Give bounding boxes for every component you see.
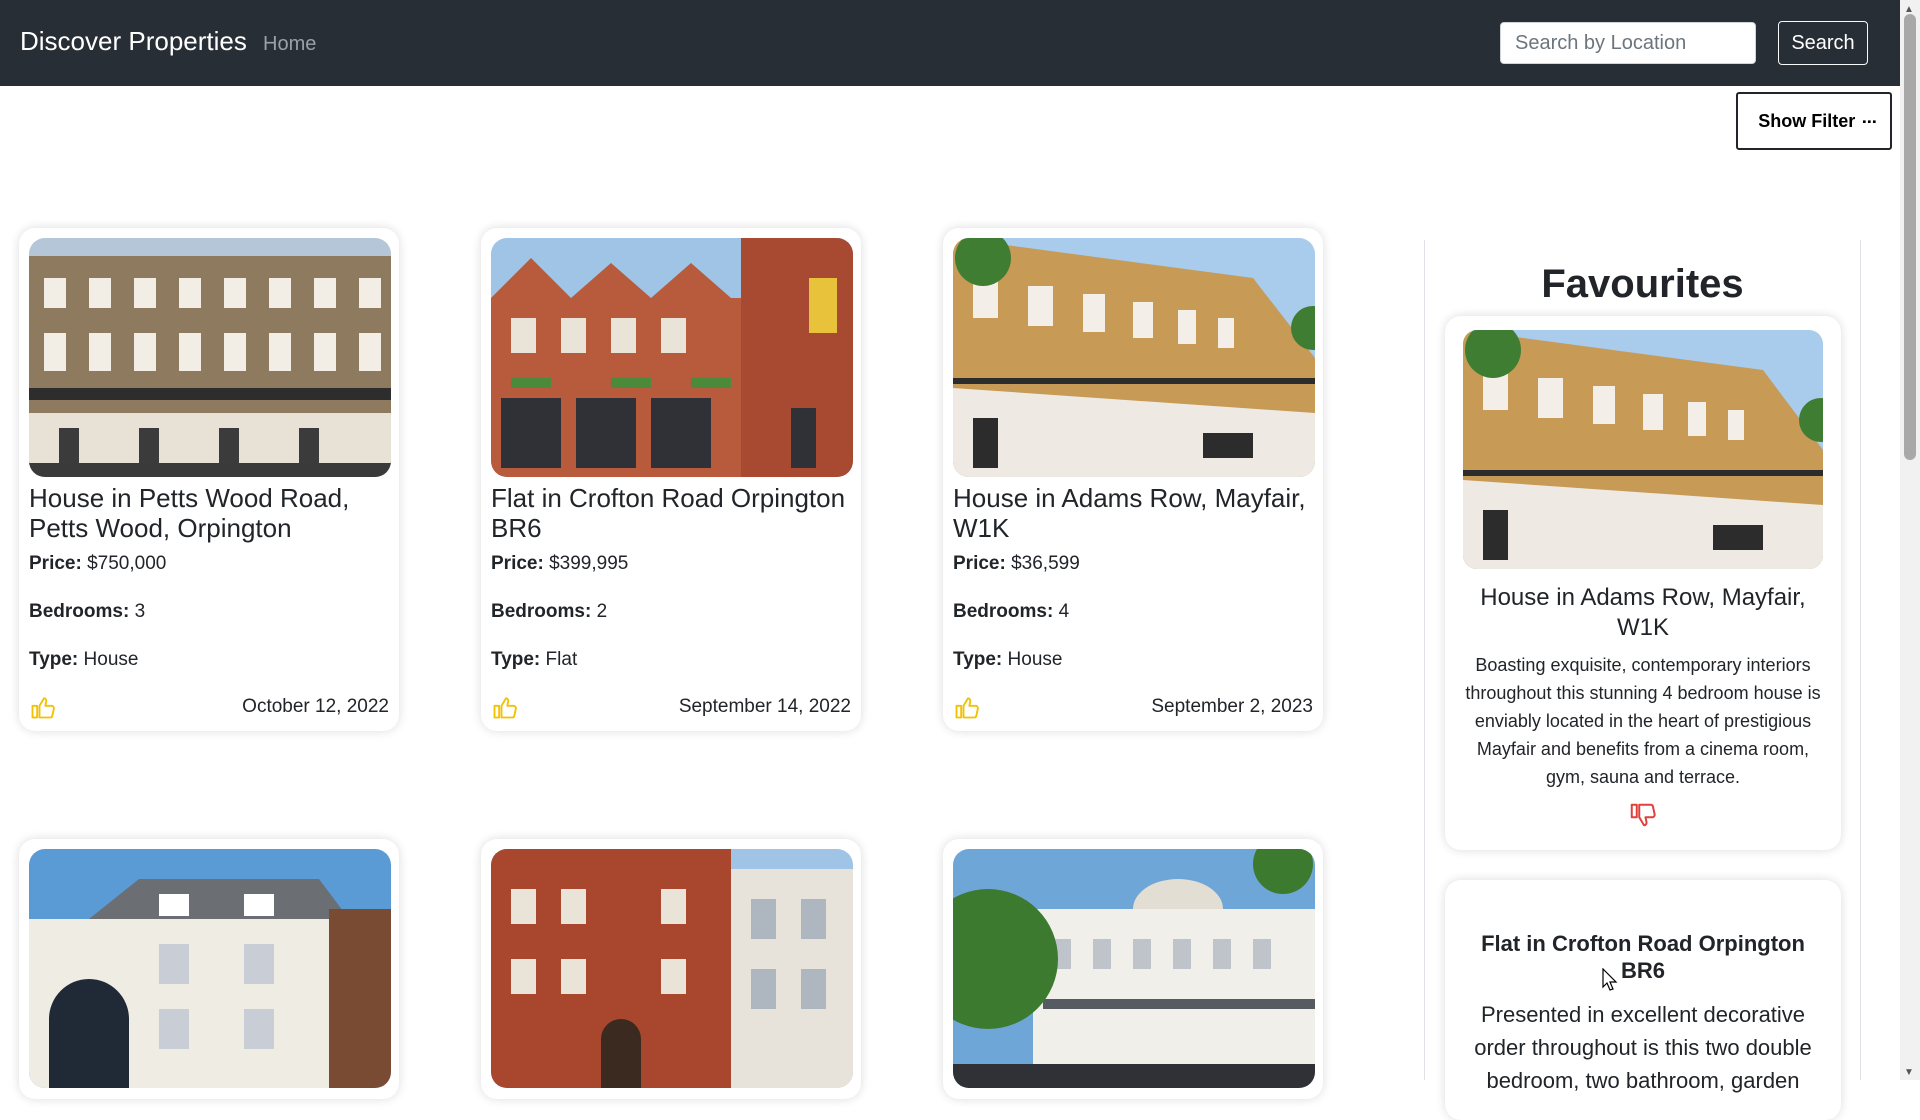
property-title[interactable]: House in Adams Row, Mayfair, W1K bbox=[953, 483, 1313, 543]
property-type: Type: House bbox=[953, 649, 1313, 671]
type-value: Flat bbox=[545, 649, 578, 670]
show-filter-button[interactable]: Show Filter ⫶ bbox=[1736, 92, 1892, 150]
property-image[interactable] bbox=[29, 849, 391, 1088]
card-footer: September 14, 2022 bbox=[491, 693, 851, 721]
type-label: Type: bbox=[29, 649, 79, 670]
bedrooms-value: 2 bbox=[596, 601, 608, 622]
property-bedrooms: Bedrooms: 2 bbox=[491, 601, 851, 623]
mouse-cursor-icon bbox=[1602, 968, 1618, 991]
property-title[interactable]: House in Petts Wood Road, Petts Wood, Or… bbox=[29, 483, 389, 543]
bedrooms-value: 4 bbox=[1058, 601, 1070, 622]
price-value: $399,995 bbox=[549, 553, 629, 574]
bedrooms-label: Bedrooms: bbox=[29, 601, 130, 622]
navbar: Discover Properties Home Search bbox=[0, 0, 1900, 86]
search-location-input[interactable] bbox=[1500, 22, 1756, 64]
property-date: September 14, 2022 bbox=[678, 696, 851, 717]
property-image[interactable] bbox=[491, 238, 853, 477]
favourites-panel: Favourites House in Adams Row, Mayfair, … bbox=[1424, 240, 1861, 1120]
favourites-heading: Favourites bbox=[1541, 262, 1744, 306]
thumbs-up-icon[interactable] bbox=[29, 693, 57, 721]
favourite-image[interactable] bbox=[1463, 330, 1823, 569]
property-date: September 2, 2023 bbox=[1151, 696, 1313, 717]
property-image[interactable] bbox=[491, 849, 853, 1088]
page-scrollbar[interactable]: ▲ ▼ bbox=[1900, 0, 1920, 1080]
favourite-description: Presented in excellent decorative order … bbox=[1474, 1002, 1812, 1093]
property-image[interactable] bbox=[953, 238, 1315, 477]
nav-home-link[interactable]: Home bbox=[263, 33, 316, 56]
favourite-card[interactable]: House in Adams Row, Mayfair, W1K Boastin… bbox=[1445, 316, 1841, 850]
sliders-icon: ⫶ bbox=[1858, 118, 1878, 124]
card-footer: September 2, 2023 bbox=[953, 693, 1313, 721]
property-type: Type: Flat bbox=[491, 649, 851, 671]
price-label: Price: bbox=[491, 553, 544, 574]
search-button[interactable]: Search bbox=[1778, 21, 1868, 65]
type-label: Type: bbox=[491, 649, 541, 670]
property-card[interactable]: House in Adams Row, Mayfair, W1K Price: … bbox=[943, 228, 1323, 731]
property-price: Price: $750,000 bbox=[29, 553, 389, 575]
scroll-down-arrow-icon[interactable]: ▼ bbox=[1904, 1067, 1914, 1078]
bedrooms-label: Bedrooms: bbox=[491, 601, 592, 622]
property-bedrooms: Bedrooms: 3 bbox=[29, 601, 389, 623]
property-date: October 12, 2022 bbox=[242, 696, 389, 717]
card-footer: October 12, 2022 bbox=[29, 693, 389, 721]
property-price: Price: $399,995 bbox=[491, 553, 851, 575]
price-value: $750,000 bbox=[87, 553, 167, 574]
favourite-card[interactable]: Flat in Crofton Road Orpington BR6 Prese… bbox=[1445, 880, 1841, 1120]
property-price: Price: $36,599 bbox=[953, 553, 1313, 575]
property-title[interactable]: Flat in Crofton Road Orpington BR6 bbox=[491, 483, 851, 543]
thumbs-up-icon[interactable] bbox=[491, 693, 519, 721]
bedrooms-label: Bedrooms: bbox=[953, 601, 1054, 622]
property-card[interactable] bbox=[19, 839, 399, 1099]
favourite-title[interactable]: House in Adams Row, Mayfair, W1K bbox=[1463, 583, 1823, 643]
thumbs-down-icon[interactable] bbox=[1628, 801, 1658, 831]
scroll-thumb[interactable] bbox=[1904, 14, 1916, 460]
type-label: Type: bbox=[953, 649, 1003, 670]
property-image[interactable] bbox=[29, 238, 391, 477]
property-card[interactable]: Flat in Crofton Road Orpington BR6 Price… bbox=[481, 228, 861, 731]
price-label: Price: bbox=[29, 553, 82, 574]
price-label: Price: bbox=[953, 553, 1006, 574]
property-card[interactable] bbox=[943, 839, 1323, 1099]
price-value: $36,599 bbox=[1011, 553, 1080, 574]
bedrooms-value: 3 bbox=[134, 601, 146, 622]
property-card[interactable] bbox=[481, 839, 861, 1099]
type-value: House bbox=[1007, 649, 1063, 670]
favourite-title[interactable]: Flat in Crofton Road Orpington BR6 bbox=[1463, 930, 1823, 984]
favourite-description: Boasting exquisite, contemporary interio… bbox=[1465, 655, 1821, 787]
property-type: Type: House bbox=[29, 649, 389, 671]
property-image[interactable] bbox=[953, 849, 1315, 1088]
property-card[interactable]: House in Petts Wood Road, Petts Wood, Or… bbox=[19, 228, 399, 731]
thumbs-up-icon[interactable] bbox=[953, 693, 981, 721]
property-bedrooms: Bedrooms: 4 bbox=[953, 601, 1313, 623]
show-filter-label: Show Filter bbox=[1758, 110, 1856, 131]
brand-logo[interactable]: Discover Properties bbox=[20, 26, 247, 57]
type-value: House bbox=[83, 649, 139, 670]
